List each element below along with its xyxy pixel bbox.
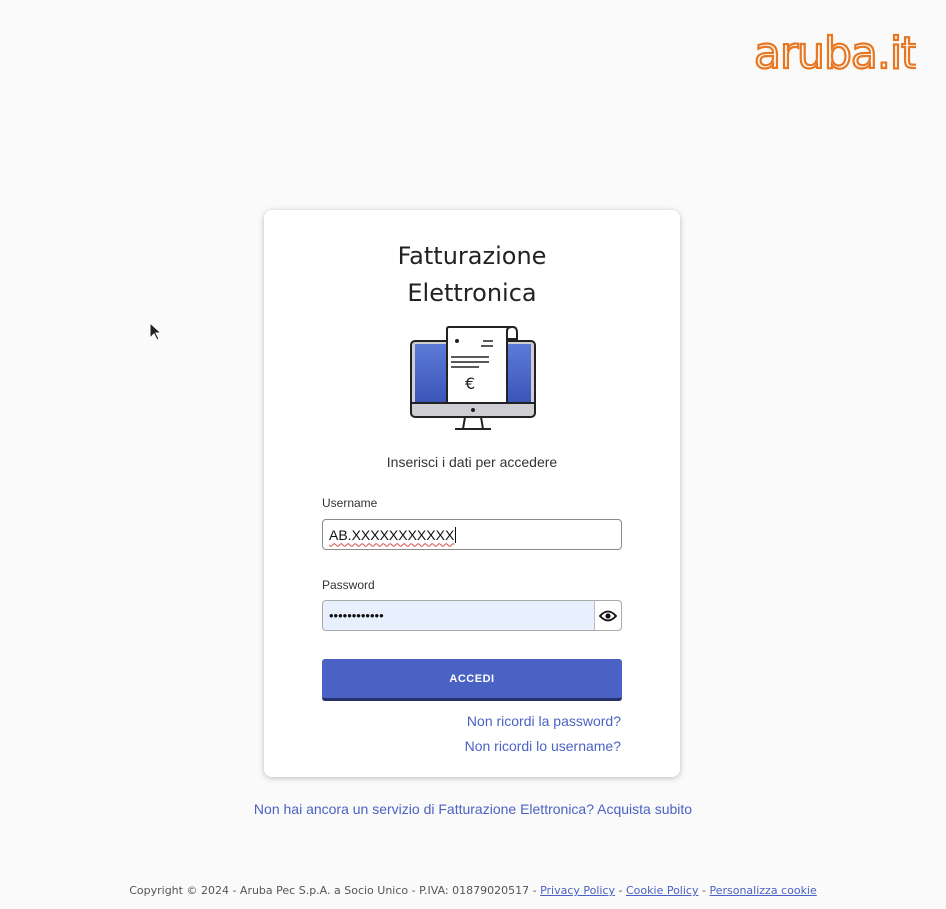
monitor-invoice-euro-icon: € <box>410 326 536 430</box>
forgot-password-link[interactable]: Non ricordi la password? <box>467 713 621 729</box>
copyright-text: Copyright © 2024 - Aruba Pec S.p.A. a So… <box>129 884 537 897</box>
text-caret <box>455 526 457 543</box>
login-card: Fatturazione Elettronica € Inserisci i d… <box>264 210 680 777</box>
eye-icon <box>599 610 617 621</box>
password-input[interactable]: •••••••••••• <box>322 600 622 631</box>
mouse-cursor-icon <box>149 322 163 341</box>
username-label: Username <box>322 496 378 510</box>
password-value: •••••••••••• <box>329 608 384 623</box>
login-button[interactable]: ACCEDI <box>322 659 622 701</box>
page-title: Fatturazione Elettronica <box>264 238 680 312</box>
privacy-policy-link[interactable]: Privacy Policy <box>540 884 615 897</box>
aruba-logo[interactable]: aruba.it <box>752 22 916 74</box>
forgot-username-link[interactable]: Non ricordi lo username? <box>465 738 621 754</box>
cookie-policy-link[interactable]: Cookie Policy <box>626 884 698 897</box>
svg-text:aruba.it: aruba.it <box>754 28 916 74</box>
show-password-toggle[interactable] <box>594 601 621 630</box>
footer-separator: - <box>698 884 710 897</box>
login-subtitle: Inserisci i dati per accedere <box>386 454 558 470</box>
title-line-2: Elettronica <box>407 279 537 307</box>
title-line-1: Fatturazione <box>397 242 547 270</box>
svg-text:€: € <box>465 374 475 393</box>
customize-cookie-link[interactable]: Personalizza cookie <box>709 884 816 897</box>
footer: Copyright © 2024 - Aruba Pec S.p.A. a So… <box>0 884 946 897</box>
purchase-service-link[interactable]: Non hai ancora un servizio di Fatturazio… <box>0 801 946 817</box>
password-label: Password <box>322 578 375 592</box>
username-value: AB.XXXXXXXXXXX <box>329 526 455 543</box>
footer-separator: - <box>615 884 626 897</box>
username-input[interactable]: AB.XXXXXXXXXXX <box>322 519 622 550</box>
